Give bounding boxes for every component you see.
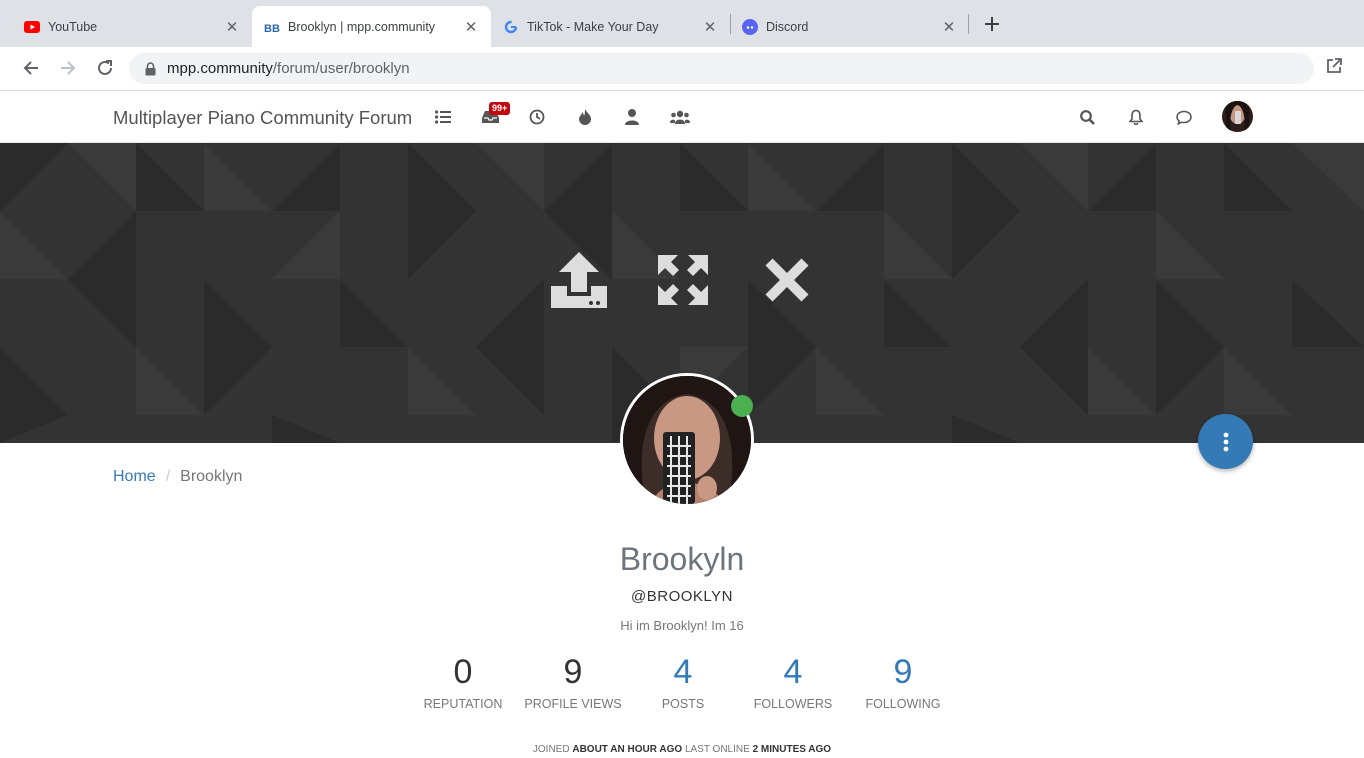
stat-following[interactable]: 9 FOLLOWING [843,652,963,711]
groups-icon[interactable] [670,108,690,126]
stat-value[interactable]: 9 [843,652,963,692]
stat-followers[interactable]: 4 FOLLOWERS [733,652,853,711]
tab-strip: YouTube ✕ BB Brooklyn | mpp.community ✕ … [0,0,1364,47]
tab-title: TikTok - Make Your Day [527,19,659,34]
forward-button[interactable] [55,55,81,81]
tab-title: Discord [766,19,809,34]
vertical-dots-icon [1223,432,1228,451]
forum-header: Multiplayer Piano Community Forum 99+ [0,92,1364,143]
profile-aboutme: Hi im Brooklyn! Im 16 [620,618,744,633]
tab-title: Brooklyn | mpp.community [288,19,436,34]
unread-count-badge: 99+ [489,102,511,115]
resize-cover-icon[interactable] [653,250,713,310]
joined-label: JOINED [532,744,570,755]
remove-cover-icon[interactable] [757,250,817,310]
stat-posts[interactable]: 4 POSTS [623,652,743,711]
discord-icon [742,18,758,35]
last-online-value: 2 MINUTES AGO [752,744,832,755]
profile-fullname: Brookyln [619,541,745,577]
stat-profile-views: 9 PROFILE VIEWS [513,652,633,711]
tab-brooklyn[interactable]: BB Brooklyn | mpp.community ✕ [252,6,491,47]
notifications-bell-icon[interactable] [1127,108,1145,126]
tab-youtube[interactable]: YouTube ✕ [0,6,252,47]
url-path: /forum/user/brooklyn [272,60,410,77]
popular-fire-icon[interactable] [576,108,594,126]
profile-avatar[interactable] [620,373,754,507]
stat-reputation: 0 REPUTATION [403,652,523,711]
address-bar[interactable]: mpp.community/forum/user/brooklyn [129,53,1314,84]
breadcrumb: Home / Brooklyn [113,468,242,486]
categories-icon[interactable] [434,108,452,126]
online-status-indicator [731,395,753,417]
stat-label: FOLLOWERS [753,697,833,711]
browser-toolbar: mpp.community/forum/user/brooklyn [0,47,1364,91]
tab-tiktok[interactable]: TikTok - Make Your Day ✕ [491,6,730,47]
close-tab-icon[interactable]: ✕ [702,19,718,36]
tab-discord[interactable]: Discord ✕ [730,6,969,47]
back-button[interactable] [18,55,44,81]
breadcrumb-separator: / [165,468,171,485]
stat-label: REPUTATION [423,697,503,711]
stat-value: 0 [453,653,473,691]
users-icon[interactable] [623,108,641,126]
stat-value[interactable]: 4 [733,652,853,692]
lock-icon [145,61,157,76]
close-tab-icon[interactable]: ✕ [463,19,479,36]
stat-value[interactable]: 4 [623,652,743,692]
new-tab-button[interactable] [980,12,1004,36]
stat-label: FOLLOWING [865,697,941,711]
close-tab-icon[interactable]: ✕ [224,19,240,36]
stat-label: POSTS [661,697,705,711]
chat-icon[interactable] [1175,108,1193,126]
open-external-icon[interactable] [1325,57,1345,77]
breadcrumb-current: Brooklyn [180,468,243,485]
forum-brand[interactable]: Multiplayer Piano Community Forum [113,107,412,129]
stat-label: PROFILE VIEWS [524,697,622,711]
profile-username: @BROOKLYN [631,588,733,605]
url-host: mpp.community [167,60,273,77]
svg-text:BB: BB [264,23,280,33]
reload-button[interactable] [92,55,118,81]
user-avatar-menu[interactable] [1222,101,1253,132]
tab-title: YouTube [48,19,98,34]
stat-value: 9 [563,653,583,691]
joined-value: ABOUT AN HOUR AGO [572,744,683,755]
profile-join-info: JOINED ABOUT AN HOUR AGO LAST ONLINE 2 M… [0,744,1364,755]
nodebb-icon: BB [264,19,280,35]
close-tab-icon[interactable]: ✕ [941,19,957,36]
tab-separator [968,14,969,34]
upload-cover-icon[interactable] [549,250,609,310]
google-icon [503,19,519,35]
search-icon[interactable] [1078,108,1096,126]
youtube-icon [24,19,40,35]
recent-clock-icon[interactable] [528,108,546,126]
profile-actions-button[interactable] [1198,414,1253,469]
breadcrumb-home-link[interactable]: Home [113,468,156,486]
last-online-label: LAST ONLINE [684,744,750,755]
